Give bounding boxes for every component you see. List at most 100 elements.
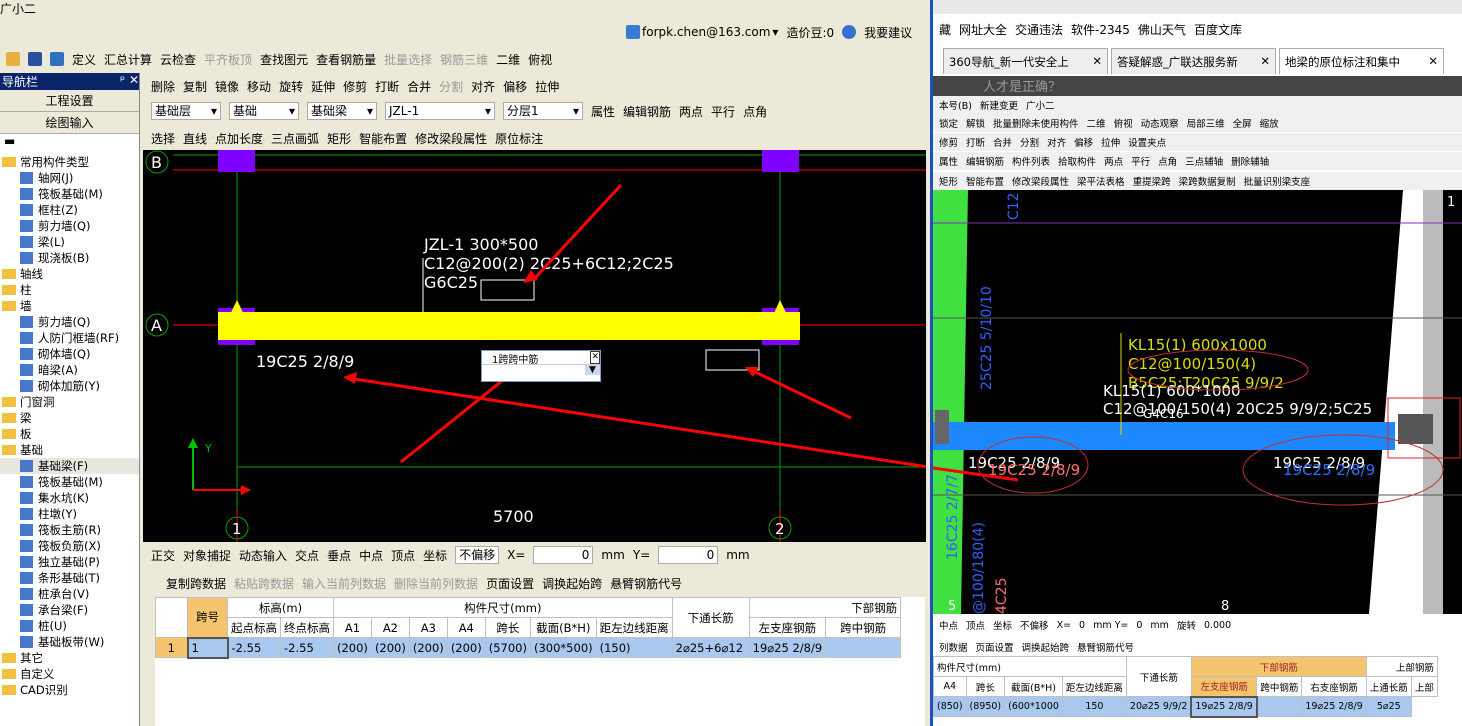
table-cell[interactable]: 5⌀25 <box>1365 696 1412 717</box>
nav-drawing-input[interactable]: 绘图输入 <box>0 112 139 134</box>
close-icon[interactable]: ✕ <box>1260 54 1270 69</box>
sw-tool-3[interactable]: 拾取构件 <box>1058 154 1096 168</box>
sw-tool-3[interactable]: 二维 <box>1087 116 1106 130</box>
layer-select-1[interactable]: 基础 ▾ <box>229 102 299 120</box>
tree-item[interactable]: 剪力墙(Q) <box>0 314 139 330</box>
user-account[interactable]: forpk.chen@163.com ▾ <box>626 25 778 39</box>
tree-item[interactable]: 框柱(Z) <box>0 202 139 218</box>
table-tool-3[interactable]: 删除当前列数据 <box>394 575 478 592</box>
layer-tool-0[interactable]: 属性 <box>591 103 615 120</box>
tree-item[interactable]: 板 <box>0 426 139 442</box>
sw-snap-0[interactable]: 中点 <box>939 618 958 632</box>
snap-button-3[interactable]: 交点 <box>295 547 319 564</box>
save-icon[interactable] <box>28 52 42 66</box>
sw-snap-2[interactable]: 坐标 <box>993 618 1012 632</box>
edit-button-9[interactable]: 分割 <box>439 78 463 95</box>
toolbar-button-3[interactable]: 平齐板顶 <box>204 51 252 68</box>
table-tool-6[interactable]: 悬臂钢筋代号 <box>610 575 682 592</box>
snap-button-1[interactable]: 对象捕捉 <box>183 547 231 564</box>
tree-item[interactable]: 柱墩(Y) <box>0 506 139 522</box>
sw-tool-4[interactable]: 对齐 <box>1047 135 1066 149</box>
tree-item[interactable]: 砌体墙(Q) <box>0 346 139 362</box>
toolbar-button-8[interactable]: 二维 <box>496 51 520 68</box>
table-cell[interactable]: (850) <box>933 696 967 717</box>
sw-tool-2[interactable]: 广小二 <box>1026 98 1055 112</box>
layer-select-0[interactable]: 基础层 ▾ <box>151 102 221 120</box>
tree-item[interactable]: 条形基础(T) <box>0 570 139 586</box>
tree-item[interactable]: 现浇板(B) <box>0 250 139 266</box>
open-icon[interactable] <box>6 52 20 66</box>
tree-item[interactable]: 砌体加筋(Y) <box>0 378 139 394</box>
sw-tool-8[interactable]: 缩放 <box>1260 116 1279 130</box>
nav-project-settings[interactable]: 工程设置 <box>0 90 139 112</box>
toolbar-button-5[interactable]: 查看钢筋量 <box>316 51 376 68</box>
tree-item[interactable]: 墙 <box>0 298 139 314</box>
inline-edit-popup[interactable]: 1跨跨中筋 ✕ ▼ <box>481 350 601 382</box>
snap-button-0[interactable]: 正交 <box>151 547 175 564</box>
draw-button-1[interactable]: 直线 <box>183 130 207 147</box>
sw-tool-5[interactable]: 梁跨数据复制 <box>1179 174 1236 188</box>
sw-tool-3[interactable]: 梁平法表格 <box>1077 174 1125 188</box>
sw-tool-8[interactable]: 删除辅轴 <box>1231 154 1269 168</box>
sw-tool-0[interactable]: 修剪 <box>939 135 958 149</box>
sw-snap-8[interactable]: mm <box>1150 620 1169 631</box>
tree-item[interactable]: 筏板负筋(X) <box>0 538 139 554</box>
edit-button-7[interactable]: 打断 <box>375 78 399 95</box>
layer-select-2[interactable]: 基础梁 ▾ <box>307 102 377 120</box>
sw-snap-9[interactable]: 旋转 <box>1177 618 1196 632</box>
edit-button-4[interactable]: 旋转 <box>279 78 303 95</box>
sw-table-tool-0[interactable]: 列数据 <box>939 640 968 654</box>
toolbar-button-2[interactable]: 云检查 <box>160 51 196 68</box>
layer-tool-2[interactable]: 两点 <box>679 103 703 120</box>
sw-snap-4[interactable]: X= <box>1057 620 1071 631</box>
snap-button-6[interactable]: 顶点 <box>391 547 415 564</box>
toolbar-button-9[interactable]: 俯视 <box>528 51 552 68</box>
tree-item[interactable]: 集水坑(K) <box>0 490 139 506</box>
edit-button-5[interactable]: 延伸 <box>311 78 335 95</box>
bookmark-0[interactable]: 藏 <box>939 21 951 38</box>
sw-snap-10[interactable]: 0.000 <box>1204 620 1231 631</box>
tree-item[interactable]: 自定义 <box>0 666 139 682</box>
tree-item[interactable]: 筏板基础(M) <box>0 186 139 202</box>
tree-item[interactable]: 暗梁(A) <box>0 362 139 378</box>
edit-button-10[interactable]: 对齐 <box>471 78 495 95</box>
sw-tool-6[interactable]: 点角 <box>1158 154 1177 168</box>
tree-item[interactable]: 基础梁(F) <box>0 458 139 474</box>
bell-icon[interactable] <box>842 25 857 39</box>
table-cell[interactable]: 150 <box>1061 696 1127 717</box>
draw-button-6[interactable]: 修改梁段属性 <box>415 130 487 147</box>
snap-button-2[interactable]: 动态输入 <box>239 547 287 564</box>
tree-item[interactable]: 筏板主筋(R) <box>0 522 139 538</box>
sw-tool-1[interactable]: 新建变更 <box>980 98 1018 112</box>
sw-tool-5[interactable]: 平行 <box>1131 154 1150 168</box>
browser-tab-0[interactable]: 360导航_新一代安全上 ✕ <box>943 48 1108 74</box>
tree-item[interactable]: CAD识别 <box>0 682 139 698</box>
sw-tool-0[interactable]: 属性 <box>939 154 958 168</box>
sw-snap-5[interactable]: 0 <box>1079 620 1085 631</box>
close-icon[interactable]: ᵖ ✕ <box>120 73 139 90</box>
edit-button-3[interactable]: 移动 <box>247 78 271 95</box>
sw-tool-1[interactable]: 解锁 <box>966 116 985 130</box>
snap-offset[interactable]: 不偏移 <box>455 546 500 564</box>
edit-button-11[interactable]: 偏移 <box>503 78 527 95</box>
sw-tool-6[interactable]: 拉伸 <box>1101 135 1120 149</box>
close-icon[interactable]: ✕ <box>590 351 600 364</box>
table-cell[interactable] <box>825 637 902 658</box>
table-cell[interactable]: -2.55 <box>227 637 281 658</box>
tree-item[interactable]: 桩(U) <box>0 618 139 634</box>
sw-tool-7[interactable]: 设置夹点 <box>1128 135 1166 149</box>
draw-button-7[interactable]: 原位标注 <box>495 130 543 147</box>
layer-tool-4[interactable]: 点角 <box>743 103 767 120</box>
sw-table-tool-2[interactable]: 调换起始跨 <box>1022 640 1070 654</box>
sw-tool-0[interactable]: 锁定 <box>939 116 958 130</box>
sw-snap-1[interactable]: 顶点 <box>966 618 985 632</box>
browser-tab-2[interactable]: 地梁的原位标注和集中 ✕ <box>1279 48 1444 74</box>
tree-item[interactable]: 独立基础(P) <box>0 554 139 570</box>
toolbar-button-1[interactable]: 汇总计算 <box>104 51 152 68</box>
draw-button-0[interactable]: 选择 <box>151 130 175 147</box>
table-row[interactable]: 1 1 -2.55 -2.55 (200) (200) (200) (200) (5700) (3… <box>155 636 902 659</box>
snap-y[interactable]: 0 <box>658 546 719 564</box>
sw-snap-7[interactable]: 0 <box>1136 620 1142 631</box>
tree-item[interactable]: 轴线 <box>0 266 139 282</box>
table-cell[interactable]: 20⌀25 9/9/2 <box>1125 696 1192 717</box>
